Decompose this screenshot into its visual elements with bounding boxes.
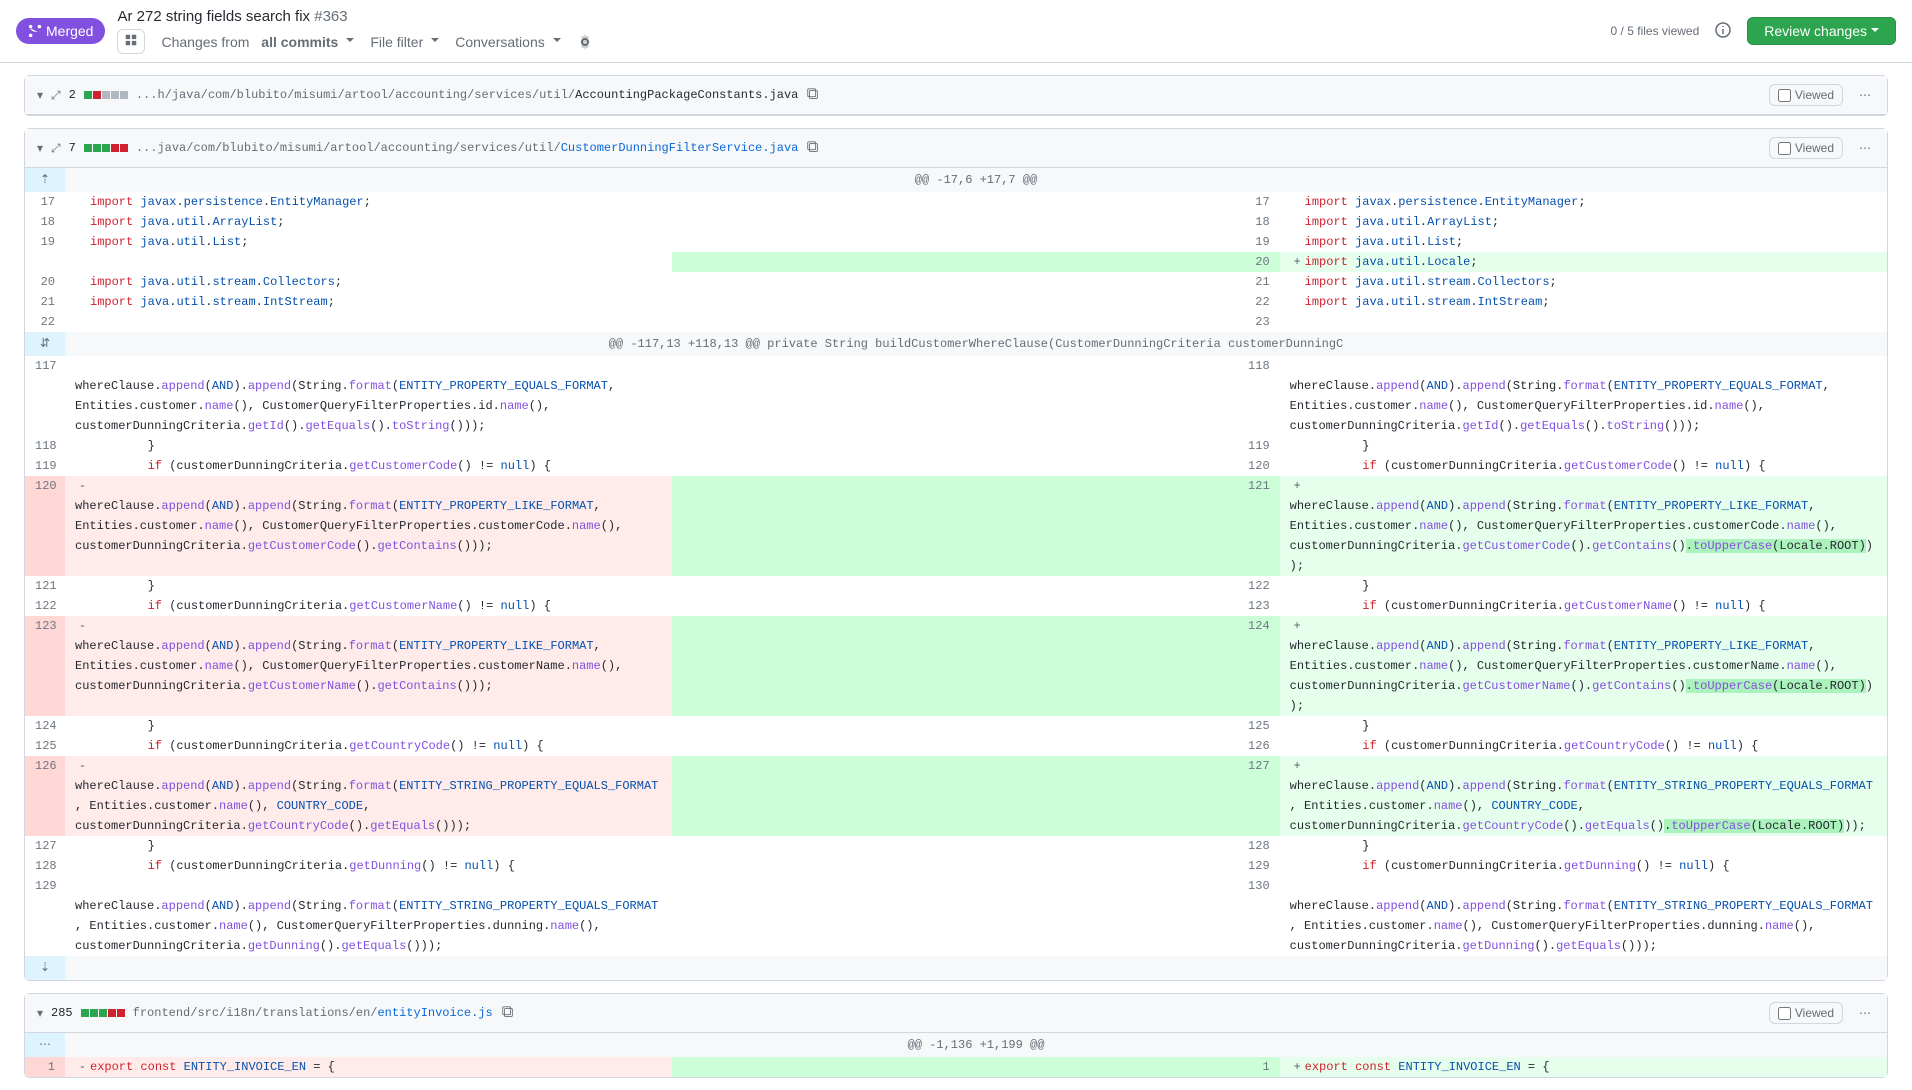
kebab-icon[interactable]: ⋯ bbox=[1855, 84, 1875, 106]
copy-icon[interactable] bbox=[501, 1005, 515, 1022]
viewed-checkbox-input[interactable] bbox=[1778, 1007, 1791, 1020]
viewed-checkbox[interactable]: Viewed bbox=[1769, 137, 1843, 159]
chevron-down-icon[interactable]: ▾ bbox=[37, 88, 43, 102]
kebab-icon[interactable]: ⋯ bbox=[1855, 137, 1875, 159]
diff-table: ⇡@@ -17,6 +17,7 @@ 17 import javax.persi… bbox=[25, 168, 1887, 980]
kebab-icon[interactable]: ⋯ bbox=[1855, 1002, 1875, 1024]
file-path: ...h/java/com/blubito/misumi/artool/acco… bbox=[136, 88, 799, 102]
diff-stat-squares bbox=[84, 91, 128, 99]
conversations-dropdown[interactable]: Conversations bbox=[455, 34, 561, 50]
pr-title: Ar 272 string fields search fix #363 bbox=[117, 8, 592, 25]
viewed-checkbox-input[interactable] bbox=[1778, 142, 1791, 155]
expand-icon[interactable]: ⤢ bbox=[51, 88, 61, 103]
hunk-header: @@ -1,136 +1,199 @@ bbox=[65, 1033, 1887, 1057]
files-viewed-label: 0 / 5 files viewed bbox=[1611, 24, 1700, 38]
viewed-checkbox-input[interactable] bbox=[1778, 89, 1791, 102]
expand-icon[interactable]: ⤢ bbox=[51, 141, 61, 156]
chevron-down-icon[interactable]: ▾ bbox=[37, 141, 43, 155]
diff-stat-squares bbox=[81, 1009, 125, 1017]
merged-badge: Merged bbox=[16, 18, 105, 44]
diff-count: 285 bbox=[51, 1006, 73, 1020]
file-filter-dropdown[interactable]: File filter bbox=[370, 34, 439, 50]
review-changes-button[interactable]: Review changes bbox=[1747, 17, 1896, 45]
hunk-header: @@ -117,13 +118,13 @@ private String bui… bbox=[65, 332, 1887, 356]
copy-icon[interactable] bbox=[806, 140, 820, 157]
file-path: frontend/src/i18n/translations/en/entity… bbox=[133, 1006, 493, 1020]
expand-up-icon[interactable]: ⇡ bbox=[25, 168, 65, 192]
diff-table: ⋯@@ -1,136 +1,199 @@ 1-export const ENTI… bbox=[25, 1033, 1887, 1077]
info-icon[interactable] bbox=[1715, 22, 1731, 41]
viewed-checkbox[interactable]: Viewed bbox=[1769, 84, 1843, 106]
file-path: ...java/com/blubito/misumi/artool/accoun… bbox=[136, 141, 799, 155]
expand-down-icon[interactable]: ⇣ bbox=[25, 956, 65, 980]
diff-count: 2 bbox=[69, 88, 76, 102]
viewed-checkbox[interactable]: Viewed bbox=[1769, 1002, 1843, 1024]
expand-icon[interactable]: ⇵ bbox=[25, 332, 65, 356]
diff-stat-squares bbox=[84, 144, 128, 152]
file-link[interactable]: entityInvoice.js bbox=[377, 1006, 492, 1020]
file-tree-icon[interactable] bbox=[117, 29, 145, 54]
gear-icon[interactable] bbox=[577, 34, 593, 50]
changes-from-dropdown[interactable]: Changes from all commits bbox=[161, 34, 354, 50]
merge-icon bbox=[28, 24, 42, 38]
merged-label: Merged bbox=[46, 23, 93, 39]
hunk-header: @@ -17,6 +17,7 @@ bbox=[65, 168, 1887, 192]
pr-number: #363 bbox=[314, 8, 347, 25]
copy-icon[interactable] bbox=[806, 87, 820, 104]
diff-count: 7 bbox=[69, 141, 76, 155]
chevron-down-icon[interactable]: ▾ bbox=[37, 1006, 43, 1020]
file-link[interactable]: CustomerDunningFilterService.java bbox=[561, 141, 799, 155]
expand-icon[interactable]: ⋯ bbox=[25, 1033, 65, 1057]
